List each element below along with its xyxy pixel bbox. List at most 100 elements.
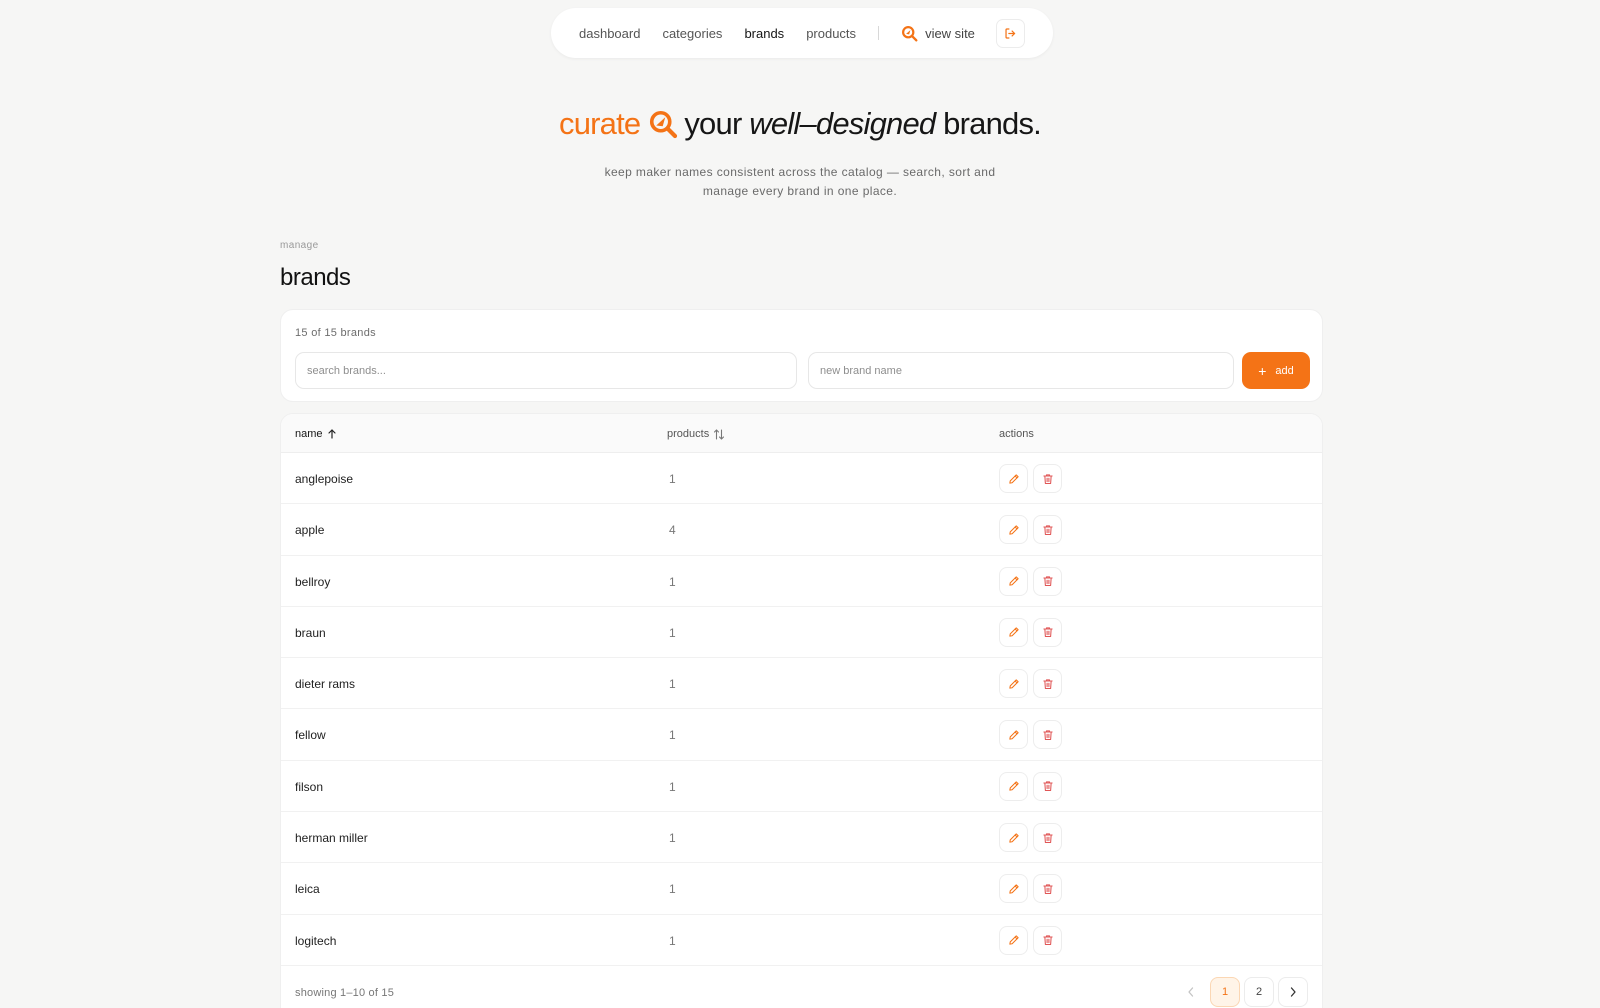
- logout-icon: [1005, 27, 1016, 39]
- brands-toolbar: 15 of 15 brands + add: [280, 309, 1323, 402]
- delete-brand-button[interactable]: [1033, 566, 1062, 596]
- edit-brand-button[interactable]: [999, 720, 1028, 750]
- trash-icon: [1042, 884, 1053, 894]
- showing-count: showing 1–10 of 15: [295, 986, 395, 999]
- header-actions: actions: [999, 428, 1034, 440]
- brands-table: name products actions anglepoise 1 apple 4 b…: [280, 413, 1323, 1008]
- pencil-icon: [1008, 781, 1019, 791]
- hero-title-italic: well–designed: [749, 106, 936, 141]
- page-title: brands: [280, 264, 351, 291]
- table-row: herman miller 1: [281, 812, 1322, 864]
- brand-product-count: 1: [669, 677, 676, 692]
- search-input[interactable]: [295, 352, 797, 389]
- page-eyebrow: manage: [280, 240, 319, 251]
- delete-brand-button[interactable]: [1033, 771, 1062, 801]
- nav-link-products[interactable]: products: [806, 26, 856, 41]
- new-brand-input[interactable]: [808, 352, 1234, 389]
- pencil-icon: [1008, 832, 1019, 843]
- table-row: bellroy 1: [281, 556, 1322, 607]
- edit-brand-button[interactable]: [999, 925, 1028, 955]
- table-row: logitech 1: [281, 915, 1322, 966]
- next-page-button[interactable]: [1278, 976, 1308, 1007]
- delete-brand-button[interactable]: [1033, 617, 1062, 647]
- delete-brand-button[interactable]: [1033, 720, 1062, 750]
- brand-name: anglepoise: [295, 472, 354, 486]
- hero-subtitle: keep maker names consistent across the c…: [604, 165, 996, 198]
- pencil-icon: [1008, 525, 1019, 535]
- brand-product-count: 1: [669, 779, 676, 794]
- edit-brand-button[interactable]: [999, 823, 1028, 853]
- hero-title-accent: curate: [559, 106, 641, 141]
- edit-brand-button[interactable]: [999, 669, 1028, 699]
- table-row: fellow 1: [281, 709, 1322, 761]
- sort-arrows-icon: [714, 428, 725, 440]
- brand-product-count: 1: [669, 574, 676, 589]
- pencil-icon: [1008, 627, 1019, 638]
- brand-product-count: 1: [669, 625, 676, 640]
- nav-link-dashboard[interactable]: dashboard: [579, 26, 640, 41]
- delete-brand-button[interactable]: [1033, 823, 1062, 853]
- nav-divider: [878, 26, 880, 40]
- header-name-label: name: [295, 428, 323, 440]
- brand-name: filson: [295, 779, 324, 794]
- edit-brand-button[interactable]: [999, 874, 1028, 904]
- table-footer: showing 1–10 of 15 1 2: [281, 966, 1322, 1008]
- brand-name: apple: [295, 523, 325, 538]
- nav-link-categories[interactable]: categories: [662, 26, 722, 41]
- hero-title: curate your well–designed brands.: [0, 106, 1600, 142]
- hero-title-part1: your: [684, 106, 750, 141]
- edit-brand-button[interactable]: [999, 771, 1028, 801]
- brand-name: braun: [295, 625, 326, 640]
- delete-brand-button[interactable]: [1033, 669, 1062, 699]
- table-body: anglepoise 1 apple 4 bellroy 1 braun 1 dieter ra…: [281, 453, 1322, 966]
- arrow-up-icon: [327, 429, 336, 439]
- delete-brand-button[interactable]: [1033, 874, 1062, 904]
- trash-icon: [1042, 679, 1053, 689]
- trash-icon: [1042, 832, 1053, 843]
- nav-link-brands[interactable]: brands: [744, 26, 784, 41]
- prev-page-button[interactable]: [1176, 977, 1206, 1007]
- chevron-right-icon: [1290, 987, 1296, 997]
- edit-brand-button[interactable]: [999, 464, 1028, 493]
- add-button-label: add: [1275, 364, 1294, 377]
- brand-product-count: 1: [669, 933, 676, 948]
- pencil-icon: [1008, 935, 1019, 945]
- brand-product-count: 1: [669, 728, 676, 743]
- trash-icon: [1042, 473, 1053, 484]
- edit-brand-button[interactable]: [999, 617, 1028, 647]
- table-row: filson 1: [281, 761, 1322, 813]
- logout-button[interactable]: [995, 18, 1025, 48]
- plus-icon: +: [1258, 362, 1267, 379]
- brand-product-count: 1: [669, 831, 676, 846]
- trash-icon: [1042, 525, 1053, 535]
- magnifier-logo-icon: [902, 25, 918, 41]
- pencil-icon: [1008, 679, 1019, 689]
- page-button-2[interactable]: 2: [1244, 976, 1274, 1007]
- delete-brand-button[interactable]: [1033, 925, 1062, 955]
- delete-brand-button[interactable]: [1033, 464, 1062, 493]
- sort-by-products-header[interactable]: products: [667, 428, 725, 440]
- delete-brand-button[interactable]: [1033, 515, 1062, 545]
- magnifier-logo-icon: [650, 110, 678, 139]
- brand-name: fellow: [295, 728, 326, 743]
- table-row: braun 1: [281, 607, 1322, 659]
- header-products-label: products: [667, 428, 710, 440]
- page-button-1[interactable]: 1: [1210, 976, 1240, 1007]
- table-row: apple 4: [281, 504, 1322, 556]
- brand-product-count: 1: [669, 472, 676, 486]
- hero-title-part2: brands.: [935, 106, 1042, 141]
- add-brand-button[interactable]: + add: [1242, 352, 1310, 389]
- sort-by-name-header[interactable]: name: [295, 428, 337, 440]
- table-row: dieter rams 1: [281, 658, 1322, 710]
- edit-brand-button[interactable]: [999, 566, 1028, 596]
- trash-icon: [1042, 576, 1053, 587]
- brand-name: logitech: [295, 933, 337, 948]
- pagination: 1 2: [1172, 976, 1308, 1007]
- brand-name: herman miller: [295, 831, 368, 846]
- view-site-link[interactable]: view site: [901, 25, 975, 42]
- trash-icon: [1042, 781, 1053, 792]
- brand-name: dieter rams: [295, 677, 356, 692]
- pencil-icon: [1008, 473, 1019, 484]
- pencil-icon: [1008, 730, 1019, 740]
- edit-brand-button[interactable]: [999, 515, 1028, 545]
